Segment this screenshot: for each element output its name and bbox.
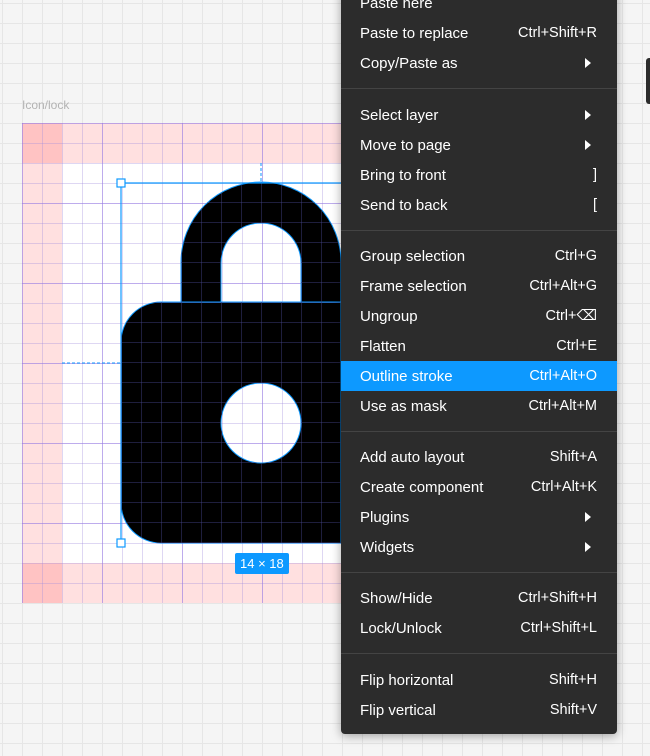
menu-separator <box>341 88 617 89</box>
menu-item-label: Plugins <box>360 508 410 526</box>
submenu-arrow-icon <box>585 140 591 150</box>
menu-item-shortcut: Ctrl+⌫ <box>545 308 597 324</box>
menu-item-label: Widgets <box>360 538 415 556</box>
menu-item-label: Flip horizontal <box>360 671 454 689</box>
menu-item-bring-to-front[interactable]: Bring to front ] <box>341 160 617 190</box>
menu-item-shortcut: Ctrl+G <box>554 248 597 264</box>
menu-item-label: Frame selection <box>360 277 467 295</box>
menu-item-label: Lock/Unlock <box>360 619 442 637</box>
menu-item-label: Select layer <box>360 106 439 124</box>
menu-item-label: Flatten <box>360 337 406 355</box>
menu-item-label: Group selection <box>360 247 466 265</box>
menu-item-label: Add auto layout <box>360 448 465 466</box>
menu-item-outline-stroke[interactable]: Outline stroke Ctrl+Alt+O <box>341 361 617 391</box>
submenu-arrow-icon <box>585 512 591 522</box>
menu-item-label: Use as mask <box>360 397 447 415</box>
menu-item-frame-selection[interactable]: Frame selection Ctrl+Alt+G <box>341 271 617 301</box>
menu-item-shortcut: Ctrl+Alt+O <box>529 368 597 384</box>
resize-handle[interactable] <box>116 538 126 548</box>
menu-item-shortcut: Ctrl+Alt+K <box>530 479 597 495</box>
menu-item-copy-paste-as[interactable]: Copy/Paste as <box>341 48 617 78</box>
menu-separator <box>341 653 617 654</box>
menu-item-paste-here[interactable]: Paste here <box>341 0 617 18</box>
submenu-arrow-icon <box>585 110 591 120</box>
menu-item-create-component[interactable]: Create component Ctrl+Alt+K <box>341 472 617 502</box>
menu-item-lock-unlock[interactable]: Lock/Unlock Ctrl+Shift+L <box>341 613 617 643</box>
submenu-arrow-icon <box>585 58 591 68</box>
menu-separator <box>341 572 617 573</box>
menu-item-label: Create component <box>360 478 484 496</box>
dimension-badge: 14 × 18 <box>235 553 289 574</box>
menu-item-flip-vertical[interactable]: Flip vertical Shift+V <box>341 695 617 725</box>
menu-item-shortcut: Ctrl+Shift+L <box>520 620 597 636</box>
menu-item-shortcut: Shift+A <box>549 449 597 465</box>
menu-item-add-auto-layout[interactable]: Add auto layout Shift+A <box>341 442 617 472</box>
menu-item-ungroup[interactable]: Ungroup Ctrl+⌫ <box>341 301 617 331</box>
menu-item-send-to-back[interactable]: Send to back [ <box>341 190 617 220</box>
menu-item-shortcut: Ctrl+Alt+G <box>529 278 597 294</box>
menu-item-label: Outline stroke <box>360 367 453 385</box>
menu-item-plugins[interactable]: Plugins <box>341 502 617 532</box>
menu-item-shortcut: Ctrl+Shift+R <box>518 25 597 41</box>
menu-item-label: Send to back <box>360 196 448 214</box>
menu-item-paste-to-replace[interactable]: Paste to replace Ctrl+Shift+R <box>341 18 617 48</box>
menu-item-shortcut: Ctrl+Shift+H <box>518 590 597 606</box>
menu-item-label: Paste here <box>360 0 433 12</box>
menu-item-show-hide[interactable]: Show/Hide Ctrl+Shift+H <box>341 583 617 613</box>
menu-item-shortcut: Ctrl+E <box>556 338 597 354</box>
menu-item-use-as-mask[interactable]: Use as mask Ctrl+Alt+M <box>341 391 617 421</box>
menu-item-shortcut: [ <box>592 197 597 213</box>
menu-item-shortcut: ] <box>592 167 597 183</box>
menu-item-label: Paste to replace <box>360 24 469 42</box>
menu-item-flip-horizontal[interactable]: Flip horizontal Shift+H <box>341 665 617 695</box>
menu-item-move-to-page[interactable]: Move to page <box>341 130 617 160</box>
menu-item-label: Show/Hide <box>360 589 433 607</box>
submenu-arrow-icon <box>585 542 591 552</box>
menu-item-label: Move to page <box>360 136 451 154</box>
menu-item-label: Ungroup <box>360 307 418 325</box>
menu-item-label: Copy/Paste as <box>360 54 458 72</box>
menu-item-widgets[interactable]: Widgets <box>341 532 617 562</box>
menu-item-select-layer[interactable]: Select layer <box>341 100 617 130</box>
menu-separator <box>341 230 617 231</box>
context-menu: Paste here Paste to replace Ctrl+Shift+R… <box>341 0 617 734</box>
menu-item-shortcut: Shift+V <box>549 702 597 718</box>
panel-edge <box>646 58 650 104</box>
menu-item-label: Flip vertical <box>360 701 436 719</box>
menu-item-shortcut: Ctrl+Alt+M <box>528 398 598 414</box>
menu-item-label: Bring to front <box>360 166 446 184</box>
menu-separator <box>341 431 617 432</box>
menu-item-shortcut: Shift+H <box>549 672 597 688</box>
menu-item-group-selection[interactable]: Group selection Ctrl+G <box>341 241 617 271</box>
resize-handle[interactable] <box>116 178 126 188</box>
menu-item-flatten[interactable]: Flatten Ctrl+E <box>341 331 617 361</box>
